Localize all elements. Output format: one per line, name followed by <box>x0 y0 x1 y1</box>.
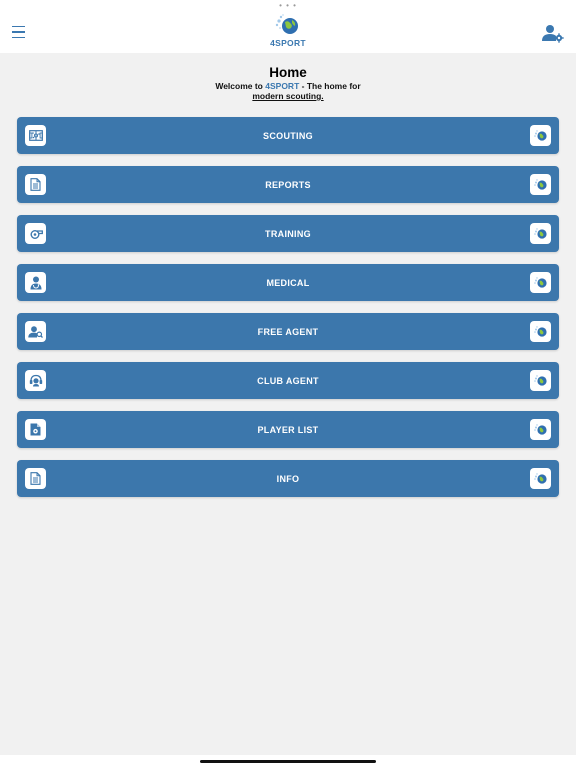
menu-item-label: CLUB AGENT <box>257 375 319 386</box>
hamburger-menu-button[interactable] <box>8 20 28 44</box>
globe-logo-icon <box>534 228 547 239</box>
menu-item-label: MEDICAL <box>266 277 310 288</box>
globe-logo-icon <box>534 473 547 484</box>
icon-box <box>25 370 46 391</box>
icon-box <box>25 419 46 440</box>
welcome-link-line: modern scouting. <box>0 91 576 101</box>
page-header: Home Welcome to 4SPORT - The home for mo… <box>0 64 576 101</box>
icon-box <box>25 125 46 146</box>
menu-item-label: REPORTS <box>265 179 311 190</box>
scouting-icon <box>28 130 43 141</box>
menu-item-player-list[interactable]: PLAYER LIST <box>17 411 559 448</box>
page-title: Home <box>269 65 307 80</box>
globe-logo-icon <box>534 179 547 190</box>
logo-text: 4SPORT <box>270 38 306 48</box>
icon-box <box>25 174 46 195</box>
icon-box <box>530 468 551 489</box>
user-settings-button[interactable] <box>542 24 564 44</box>
menu-line <box>12 31 25 33</box>
document-icon <box>30 178 41 191</box>
globe-logo-icon <box>534 375 547 386</box>
menu-item-scouting[interactable]: SCOUTING <box>17 117 559 154</box>
menu-item-reports[interactable]: REPORTS <box>17 166 559 203</box>
file-player-icon <box>30 423 41 436</box>
icon-box <box>530 272 551 293</box>
welcome-middle: - The home for <box>299 81 361 91</box>
menu-item-medical[interactable]: MEDICAL <box>17 264 559 301</box>
icon-box <box>530 125 551 146</box>
modern-scouting-link[interactable]: modern scouting. <box>252 91 323 101</box>
menu-line <box>12 36 25 39</box>
icon-box <box>530 370 551 391</box>
menu-item-label: TRAINING <box>265 228 311 239</box>
icon-box <box>530 419 551 440</box>
menu-item-label: FREE AGENT <box>257 326 319 337</box>
user-search-icon <box>28 325 43 338</box>
app-logo: 4SPORT <box>262 13 314 51</box>
welcome-text: Welcome to 4SPORT - The home for <box>0 81 576 91</box>
home-indicator[interactable] <box>200 760 376 763</box>
menu-line <box>12 25 25 28</box>
menu-list: SCOUTING REPORTS TRAINING MEDICAL FREE A… <box>17 117 559 509</box>
icon-box <box>25 272 46 293</box>
menu-item-label: PLAYER LIST <box>257 424 319 435</box>
icon-box <box>25 223 46 244</box>
menu-item-training[interactable]: TRAINING <box>17 215 559 252</box>
document-icon <box>30 472 41 485</box>
menu-item-label: INFO <box>276 473 300 484</box>
icon-box <box>530 174 551 195</box>
headset-icon <box>29 374 42 387</box>
icon-box <box>530 223 551 244</box>
menu-item-info[interactable]: INFO <box>17 460 559 497</box>
globe-logo-icon <box>534 424 547 435</box>
welcome-brand: 4SPORT <box>265 81 300 91</box>
globe-logo-icon <box>534 277 547 288</box>
globe-logo-icon <box>275 14 298 34</box>
user-gear-icon <box>542 25 564 43</box>
icon-box <box>25 321 46 342</box>
navbar: • • • 4SPORT <box>0 0 576 53</box>
icon-box <box>25 468 46 489</box>
globe-logo-icon <box>534 130 547 141</box>
menu-item-label: SCOUTING <box>263 130 313 141</box>
menu-item-free-agent[interactable]: FREE AGENT <box>17 313 559 350</box>
welcome-prefix: Welcome to <box>215 81 266 91</box>
multitasking-dots[interactable]: • • • <box>0 2 576 10</box>
whistle-icon <box>30 229 43 239</box>
doctor-icon <box>30 276 41 289</box>
globe-logo-icon <box>534 326 547 337</box>
icon-box <box>530 321 551 342</box>
menu-item-club-agent[interactable]: CLUB AGENT <box>17 362 559 399</box>
